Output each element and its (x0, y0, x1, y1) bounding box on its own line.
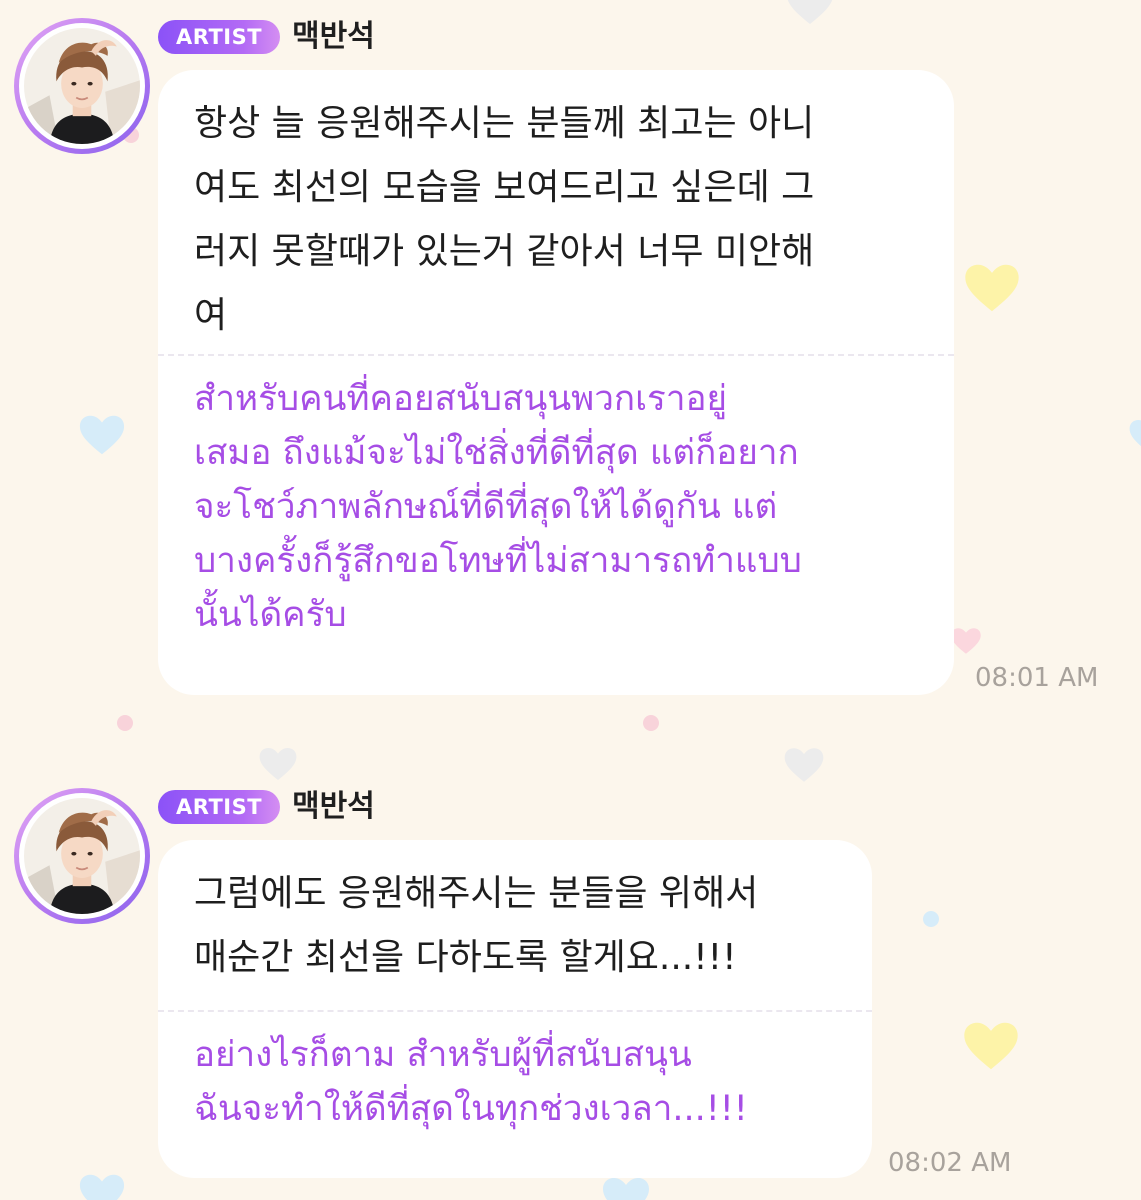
heart-icon (259, 748, 297, 780)
avatar-frame (19, 23, 145, 149)
message-bubble[interactable]: 그럼에도 응원해주시는 분들을 위해서 매순간 최선을 다하도록 할게요...!… (158, 840, 872, 1178)
chat-message: ARTIST 맥반석 그럼에도 응원해주시는 분들을 위해서 매순간 최선을 다… (0, 788, 1141, 1200)
sender-name: 맥반석 (292, 789, 375, 824)
sender-name: 맥반석 (292, 19, 375, 54)
heart-icon (784, 748, 824, 782)
message-text-korean: 항상 늘 응원해주시는 분들께 최고는 아니 여도 최선의 모습을 보여드리고 … (194, 103, 815, 336)
message-bubble[interactable]: 항상 늘 응원해주시는 분들께 최고는 아니 여도 최선의 모습을 보여드리고 … (158, 70, 954, 695)
avatar-frame (19, 793, 145, 919)
message-text-translation: สำหรับคนที่คอยสนับสนุนพวกเราอยู่ เสมอ ถึ… (194, 379, 802, 635)
chat-message: ARTIST 맥반석 항상 늘 응원해주시는 분들께 최고는 아니 여도 최선의… (0, 18, 1141, 718)
message-text-translation: อย่างไรก็ตาม สำหรับผู้ที่สนับสนุน ฉันจะท… (194, 1035, 748, 1129)
avatar[interactable] (14, 18, 150, 154)
artist-badge: ARTIST (158, 20, 281, 54)
message-text-korean: 그럼에도 응원해주시는 분들을 위해서 매순간 최선을 다하도록 할게요...!… (194, 873, 759, 978)
message-timestamp: 08:02 AM (888, 1148, 1012, 1178)
artist-badge: ARTIST (158, 790, 281, 824)
avatar-photo (24, 28, 140, 144)
avatar[interactable] (14, 788, 150, 924)
message-timestamp: 08:01 AM (975, 663, 1099, 693)
avatar-photo (24, 798, 140, 914)
